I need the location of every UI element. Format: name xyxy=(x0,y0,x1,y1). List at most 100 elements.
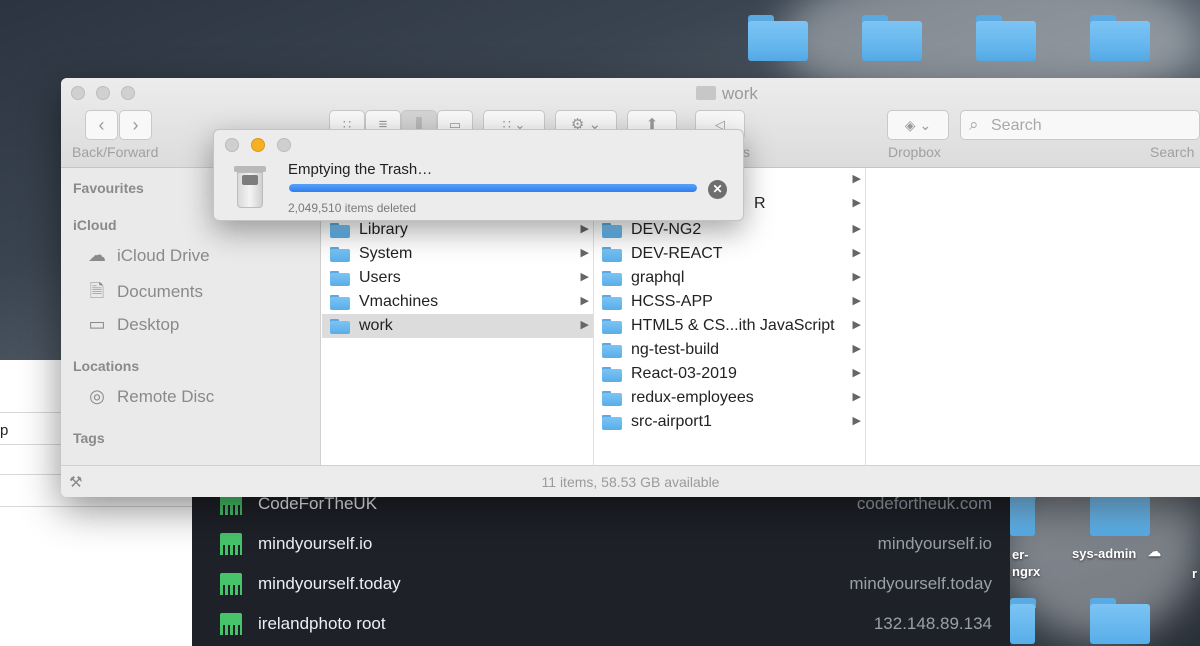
chevron-right-icon: ▶ xyxy=(852,415,861,427)
trash-icon xyxy=(234,166,266,208)
folder-icon xyxy=(602,319,622,334)
dialog-status: 2,049,510 items deleted xyxy=(288,201,417,215)
folder-icon xyxy=(602,367,622,382)
chevron-right-icon: ▶ xyxy=(852,319,861,331)
server-name: CodeForTheUK xyxy=(258,494,378,513)
server-row[interactable]: mindyourself.io mindyourself.io xyxy=(192,524,1010,564)
folder-item[interactable]: ng-test-build ▶ xyxy=(594,338,865,362)
back-forward-label: Back/Forward xyxy=(72,144,159,160)
folder-item[interactable]: Users ▶ xyxy=(322,266,593,290)
search-placeholder: Search xyxy=(991,117,1042,134)
folder-item[interactable]: DEV-REACT ▶ xyxy=(594,242,865,266)
folder-icon xyxy=(330,247,350,262)
folder-icon xyxy=(330,223,350,238)
sidebar-heading-favourites: Favourites xyxy=(73,180,144,196)
sidebar-item-desktop[interactable]: ▭ Desktop xyxy=(85,314,179,335)
desktop-folder-icon[interactable] xyxy=(976,15,1036,61)
sidebar-item-icloud-drive[interactable]: ☁ iCloud Drive xyxy=(85,245,210,266)
folder-item[interactable]: src-airport1 ▶ xyxy=(594,410,865,434)
zoom-button[interactable] xyxy=(121,86,135,100)
chevron-right-icon: ▶ xyxy=(852,247,861,259)
dropbox-label: Dropbox xyxy=(888,144,941,160)
document-icon: 🗎 xyxy=(89,281,105,301)
folder-icon xyxy=(602,295,622,310)
folder-icon xyxy=(602,271,622,286)
folder-icon xyxy=(602,415,622,430)
desktop-folder-label: sys-admin xyxy=(1072,546,1137,561)
folder-item[interactable]: React-03-2019 ▶ xyxy=(594,362,865,386)
desktop-folder-icon[interactable] xyxy=(1010,598,1036,644)
chevron-right-icon: ▶ xyxy=(580,319,589,331)
chevron-right-icon: ▶ xyxy=(852,223,861,235)
ethernet-icon xyxy=(220,533,242,555)
folder-item-selected[interactable]: work ▶ xyxy=(322,314,593,338)
server-list: CodeForTheUK codefortheuk.com mindyourse… xyxy=(192,490,1010,646)
search-icon: ⌕ xyxy=(969,115,979,134)
folder-icon xyxy=(330,271,350,286)
tags-label: s xyxy=(743,144,750,160)
server-row[interactable]: mindyourself.today mindyourself.today xyxy=(192,564,1010,604)
folder-item[interactable]: DEV-NG2 ▶ xyxy=(594,218,865,242)
desktop-folder-icon[interactable] xyxy=(748,15,808,61)
server-host: mindyourself.io xyxy=(877,534,992,553)
column-3 xyxy=(866,168,1200,465)
progress-dialog: Emptying the Trash… 2,049,510 items dele… xyxy=(213,129,744,221)
minimize-button[interactable] xyxy=(96,86,110,100)
dialog-title: Emptying the Trash… xyxy=(288,161,433,178)
folder-item[interactable]: Vmachines ▶ xyxy=(322,290,593,314)
server-name: irelandphoto root xyxy=(258,614,386,633)
chevron-right-icon: ▶ xyxy=(852,295,861,307)
server-row[interactable]: irelandphoto root 132.148.89.134 xyxy=(192,604,1010,644)
chevron-right-icon: ▶ xyxy=(580,247,589,259)
cloud-icon: ☁ xyxy=(88,245,106,265)
sidebar-heading-locations: Locations xyxy=(73,358,140,374)
folder-item[interactable]: System ▶ xyxy=(322,242,593,266)
search-field[interactable]: ⌕ Search xyxy=(960,110,1200,140)
chevron-right-icon: ▶ xyxy=(852,343,861,355)
dialog-minimize-button[interactable] xyxy=(251,138,265,152)
folder-icon xyxy=(602,391,622,406)
desktop-folder-icon[interactable] xyxy=(862,15,922,61)
server-name: mindyourself.today xyxy=(258,574,401,593)
server-host: 132.148.89.134 xyxy=(873,614,992,633)
status-bar: ⚒ 11 items, 58.53 GB available xyxy=(61,465,1200,497)
close-button[interactable] xyxy=(71,86,85,100)
chevron-right-icon: ▶ xyxy=(852,367,861,379)
desktop-folder-icon[interactable] xyxy=(1090,598,1150,644)
chevron-right-icon: ▶ xyxy=(580,271,589,283)
chevron-right-icon: ▶ xyxy=(852,391,861,403)
sidebar-item-remote-disc[interactable]: ◎ Remote Disc xyxy=(85,386,214,407)
folder-item[interactable]: graphql ▶ xyxy=(594,266,865,290)
server-name: mindyourself.io xyxy=(258,534,373,553)
folder-icon xyxy=(602,223,622,238)
dialog-zoom-button[interactable] xyxy=(277,138,291,152)
progress-fill xyxy=(289,184,697,192)
icloud-cloud-icon: ☁ xyxy=(1148,544,1161,559)
chevron-right-icon: ▶ xyxy=(580,295,589,307)
folder-item[interactable]: HCSS-APP ▶ xyxy=(594,290,865,314)
desktop-icon: ▭ xyxy=(88,314,106,334)
dropbox-button[interactable]: ◈ ⌄ xyxy=(887,110,949,140)
folder-icon xyxy=(330,319,350,334)
forward-button[interactable]: › xyxy=(119,110,152,140)
folder-icon xyxy=(330,295,350,310)
folder-item[interactable]: Library ▶ xyxy=(322,218,593,242)
sidebar-heading-tags: Tags xyxy=(73,430,105,446)
search-label: Search xyxy=(1150,144,1195,160)
ethernet-icon xyxy=(220,573,242,595)
ethernet-icon xyxy=(220,613,242,635)
folder-icon xyxy=(602,343,622,358)
chevron-right-icon: ▶ xyxy=(852,271,861,283)
back-button[interactable]: ‹ xyxy=(85,110,118,140)
cancel-icon[interactable]: ✕ xyxy=(708,180,727,199)
folder-item[interactable]: HTML5 & CS...ith JavaScript ▶ xyxy=(594,314,865,338)
desktop-folder-icon[interactable] xyxy=(1090,15,1150,61)
dialog-close-button[interactable] xyxy=(225,138,239,152)
desktop-folder-label: r xyxy=(1192,566,1198,581)
progress-bar xyxy=(289,184,697,192)
sidebar-item-documents[interactable]: 🗎 Documents xyxy=(85,279,203,309)
background-window-text: p xyxy=(0,422,9,439)
sidebar-heading-icloud: iCloud xyxy=(73,217,117,233)
chevron-right-icon: ▶ xyxy=(852,173,861,185)
folder-item[interactable]: redux-employees ▶ xyxy=(594,386,865,410)
